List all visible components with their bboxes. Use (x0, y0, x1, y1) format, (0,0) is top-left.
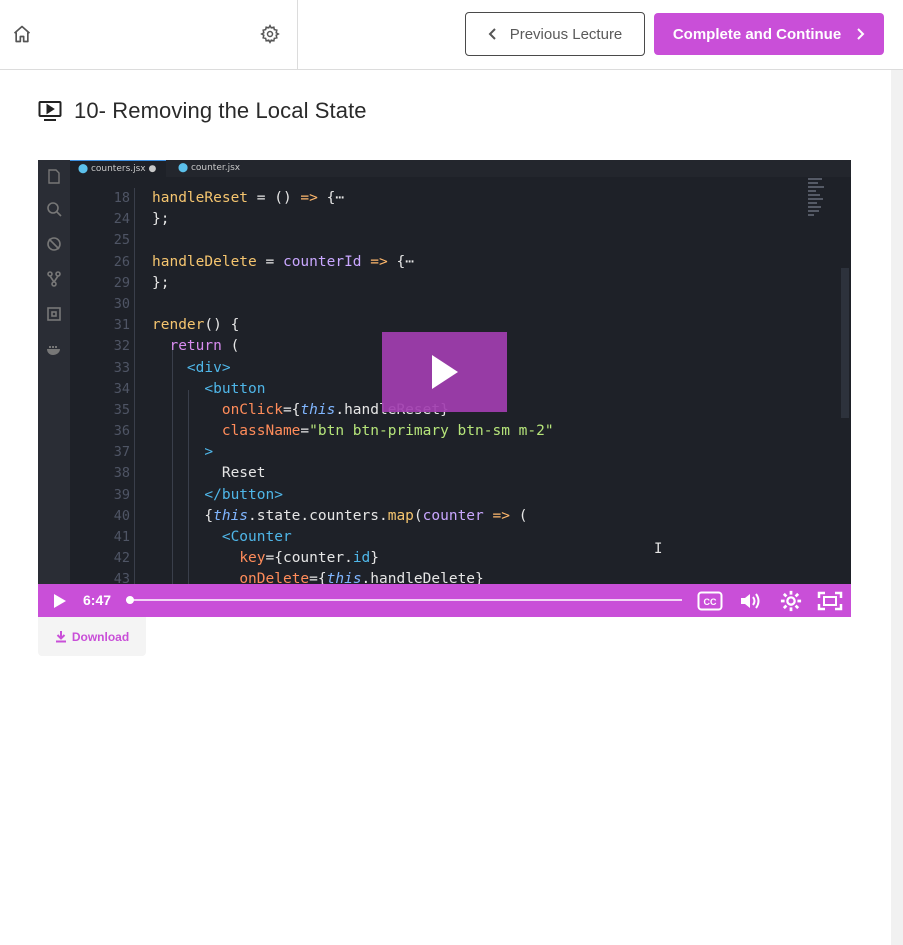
video-controls: 6:47 CC (38, 584, 851, 617)
volume-icon (741, 593, 760, 609)
progress-handle[interactable] (126, 596, 134, 604)
large-play-button[interactable] (382, 332, 507, 412)
video-lecture-icon (38, 101, 62, 121)
lecture-title: 10- Removing the Local State (74, 98, 367, 123)
play-icon (431, 355, 458, 389)
editor-scrollbar (841, 268, 849, 418)
lecture-heading: 10- Removing the Local State (38, 98, 367, 124)
editor-tab-active: ⬤ counters.jsx ● (70, 160, 166, 177)
source-control-icon (47, 271, 61, 287)
chevron-right-icon (857, 28, 865, 40)
play-button[interactable] (48, 589, 72, 613)
chevron-left-icon (488, 28, 496, 40)
home-icon (13, 25, 31, 43)
top-navigation-bar: Previous Lecture Complete and Continue (0, 0, 903, 70)
progress-bar[interactable] (126, 596, 682, 604)
editor-tab-label: counter.jsx (190, 163, 241, 173)
svg-text:CC: CC (704, 597, 717, 607)
settings-icon (780, 590, 802, 612)
previous-lecture-button[interactable]: Previous Lecture (465, 12, 645, 56)
captions-button[interactable]: CC (696, 589, 724, 613)
gear-icon (260, 24, 280, 44)
complete-and-continue-label: Complete and Continue (672, 25, 842, 43)
fullscreen-icon (817, 591, 843, 611)
settings-button[interactable] (256, 20, 284, 48)
line-numbers: 18 24 25 26 29 30 31 32 33 34 35 36 37 38 39 40 41 42 43 (113, 190, 130, 588)
video-player[interactable]: ⬤ counters.jsx ● ⬤ counter.jsx 18 24 25 26 2… (38, 160, 851, 617)
complete-and-continue-button[interactable]: Complete and Continue (654, 13, 884, 55)
search-icon (47, 202, 62, 217)
current-time: 6:47 (83, 592, 112, 608)
cc-icon: CC (697, 591, 723, 611)
home-button[interactable] (8, 20, 36, 48)
download-icon (55, 631, 66, 643)
editor-minimap (808, 178, 828, 223)
editor-activity-bar (38, 160, 70, 584)
editor-tab-label: counters.jsx (90, 164, 146, 174)
extensions-icon (47, 307, 61, 321)
sidebar-header (0, 0, 298, 69)
debug-icon (47, 237, 61, 251)
docker-icon (47, 346, 60, 355)
page-scrollbar[interactable] (891, 70, 903, 945)
fullscreen-button[interactable] (816, 589, 844, 613)
settings-button[interactable] (778, 589, 804, 613)
previous-lecture-label: Previous Lecture (509, 25, 623, 43)
volume-button[interactable] (738, 589, 764, 613)
download-label: Download (71, 629, 130, 644)
text-cursor-icon: I (654, 541, 663, 557)
editor-tab: ⬤ counter.jsx (178, 163, 241, 173)
indent-guide (134, 188, 135, 588)
editor-tabs: ⬤ counters.jsx ● ⬤ counter.jsx (70, 160, 851, 177)
download-button[interactable]: Download (38, 617, 146, 656)
files-icon (48, 169, 60, 184)
play-icon (54, 594, 66, 608)
